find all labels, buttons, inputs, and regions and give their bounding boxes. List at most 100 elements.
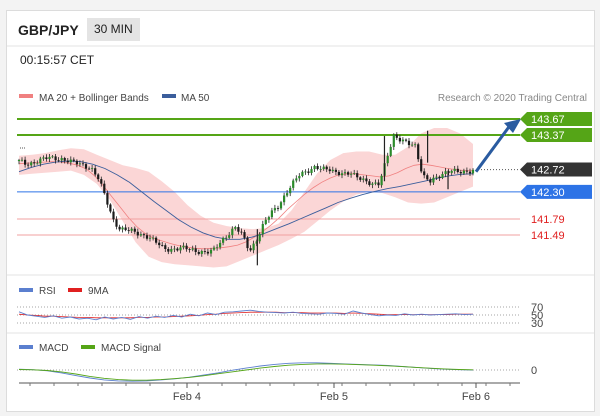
candle-body <box>78 163 81 165</box>
candle-body <box>48 156 51 159</box>
candle-body <box>423 171 426 176</box>
candle-body <box>130 228 133 231</box>
candle-body <box>273 208 276 211</box>
macd-panel: MACD MACD Signal 0 <box>17 343 537 382</box>
forecast-arrow <box>474 121 514 173</box>
rsi-level-label-2: 30 <box>531 318 543 330</box>
candle-body <box>417 144 420 160</box>
candle-body <box>145 235 149 239</box>
candle-body <box>283 195 286 203</box>
candle-body <box>228 235 231 238</box>
candle-body <box>152 237 155 239</box>
candle-body <box>63 158 66 161</box>
candle-body <box>359 177 362 180</box>
candle-body <box>249 248 252 251</box>
candle-body <box>167 249 170 252</box>
candle-body <box>200 251 203 254</box>
legend-rsi-label: RSI <box>39 286 56 297</box>
legend-bb-label: MA 20 + Bollinger Bands <box>39 93 149 104</box>
candle-body <box>389 146 392 156</box>
x-axis: Feb 4 Feb 5 Feb 6 <box>29 383 511 403</box>
candle-body <box>450 170 453 173</box>
candle-body <box>118 226 121 230</box>
candle-body <box>258 234 261 242</box>
candle-body <box>386 155 389 164</box>
candle-body <box>66 160 69 163</box>
candle-body <box>42 157 45 159</box>
candle-body <box>69 159 72 163</box>
candle-body <box>356 173 359 178</box>
legend-rsi-ma-swatch <box>68 288 82 292</box>
candle-body <box>377 182 380 186</box>
candle-body <box>234 227 237 229</box>
candle-body <box>429 179 432 183</box>
candle-body <box>24 159 27 165</box>
macd-levels: 0 <box>17 365 537 377</box>
candle-body <box>325 166 328 170</box>
candle-body <box>17 160 21 162</box>
candle-body <box>374 182 377 184</box>
candle-body <box>112 211 115 220</box>
candle-body <box>328 169 331 172</box>
candle-body <box>243 232 246 238</box>
candle-body <box>368 181 371 185</box>
price-level-labels: 143.67 143.37 142.72 142.30 141.79 141.49 <box>520 112 592 242</box>
candle-body <box>209 249 213 254</box>
rsi-levels: 705030 <box>17 302 543 330</box>
x-tick-label-1: Feb 5 <box>320 391 348 403</box>
candle-body <box>127 230 130 231</box>
candle-body <box>109 204 112 212</box>
candle-body <box>237 227 240 232</box>
candle-body <box>334 169 337 172</box>
legend-rsi-ma-label: 9MA <box>88 286 109 297</box>
candle-body <box>182 245 185 248</box>
candle-body <box>81 163 85 165</box>
x-tick-label-0: Feb 4 <box>173 391 201 403</box>
rsi-panel: RSI 9MA 705030 <box>17 286 543 330</box>
candle-body <box>206 251 209 254</box>
candle-body <box>380 175 383 186</box>
legend-bb-swatch <box>19 94 33 98</box>
candle-body <box>267 217 270 220</box>
price-level-label-5: 141.49 <box>531 230 565 242</box>
candle-body <box>197 252 200 254</box>
candle-body <box>353 173 356 174</box>
price-level-label-2: 142.72 <box>531 165 565 177</box>
candle-body <box>264 219 267 224</box>
candle-body <box>441 174 444 178</box>
candle-body <box>212 247 216 250</box>
candle-body <box>432 177 435 183</box>
candle-body <box>313 166 316 170</box>
candle-body <box>121 227 124 230</box>
candle-body <box>173 248 176 250</box>
candle-body <box>54 156 57 161</box>
bollinger-band-area <box>19 128 473 268</box>
candle-body <box>30 162 33 166</box>
candle-body <box>188 249 191 250</box>
candle-body <box>444 171 447 174</box>
candle-body <box>298 176 301 179</box>
candle-body <box>94 168 97 175</box>
candle-body <box>371 183 374 185</box>
legend-ma50-swatch <box>162 94 176 98</box>
candle-body <box>292 180 295 188</box>
candle-body <box>240 231 243 233</box>
candle-body <box>139 234 142 236</box>
candle-body <box>295 178 298 181</box>
rsi-ma-line <box>18 311 473 319</box>
candle-body <box>307 171 310 173</box>
price-panel: 143.67 143.37 142.72 142.30 141.79 141.49 <box>17 112 592 268</box>
candle-body <box>279 202 283 209</box>
candle-body <box>453 168 456 171</box>
candle-body <box>60 158 63 161</box>
candle-body <box>133 228 136 232</box>
candle-body <box>426 175 429 180</box>
candle-body <box>106 193 109 205</box>
candle-body <box>170 249 173 252</box>
candle-body <box>27 164 30 166</box>
legend-macd-swatch <box>19 345 33 349</box>
candle-body <box>246 237 249 249</box>
candle-body <box>216 247 219 249</box>
x-tick-label-2: Feb 6 <box>462 391 490 403</box>
candle-body <box>142 234 145 236</box>
